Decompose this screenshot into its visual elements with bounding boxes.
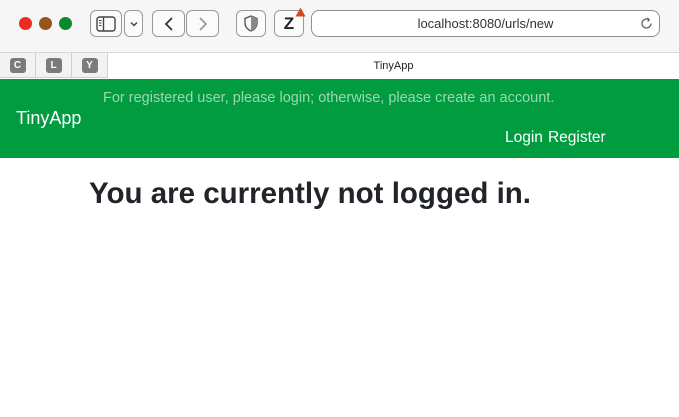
page-heading: You are currently not logged in. xyxy=(89,177,531,210)
chevron-down-icon xyxy=(129,21,138,27)
forward-button[interactable] xyxy=(186,10,219,37)
register-link[interactable]: Register xyxy=(548,129,606,147)
maximize-window-button[interactable] xyxy=(59,17,72,30)
chevron-left-icon xyxy=(164,16,173,31)
shield-icon xyxy=(244,15,258,32)
minimize-window-button[interactable] xyxy=(39,17,52,30)
back-button[interactable] xyxy=(152,10,185,37)
pinned-tab-y[interactable]: Y xyxy=(72,53,108,78)
address-bar[interactable]: localhost:8080/urls/new xyxy=(311,10,660,37)
close-window-button[interactable] xyxy=(19,17,32,30)
pinned-tab-l[interactable]: L xyxy=(36,53,72,78)
navbar-brand[interactable]: TinyApp xyxy=(16,108,81,129)
sidebar-toggle-button[interactable] xyxy=(90,10,122,37)
auth-links: Login Register xyxy=(505,129,606,147)
privacy-shield-button[interactable] xyxy=(236,10,266,37)
pinned-tab-c[interactable]: C xyxy=(0,53,36,78)
chevron-right-icon xyxy=(198,16,207,31)
login-notice: For registered user, please login; other… xyxy=(103,90,555,106)
tab-title: TinyApp xyxy=(373,59,414,72)
extension-label: Z xyxy=(283,13,295,33)
pinned-tab-icon: C xyxy=(9,58,26,73)
address-url: localhost:8080/urls/new xyxy=(417,16,554,31)
sidebar-menu-button[interactable] xyxy=(124,10,143,37)
sidebar-icon xyxy=(96,15,116,32)
reload-icon[interactable] xyxy=(639,16,654,31)
browser-toolbar: Z localhost:8080/urls/new xyxy=(0,0,679,52)
login-link[interactable]: Login xyxy=(505,129,543,147)
app-navbar: TinyApp For registered user, please logi… xyxy=(0,79,679,158)
tab-strip: C L Y TinyApp xyxy=(0,52,679,78)
pinned-tab-icon: Y xyxy=(81,58,98,73)
tab-tinyapp[interactable]: TinyApp xyxy=(107,53,679,78)
warning-icon xyxy=(295,7,306,17)
pinned-tab-icon: L xyxy=(45,58,62,73)
